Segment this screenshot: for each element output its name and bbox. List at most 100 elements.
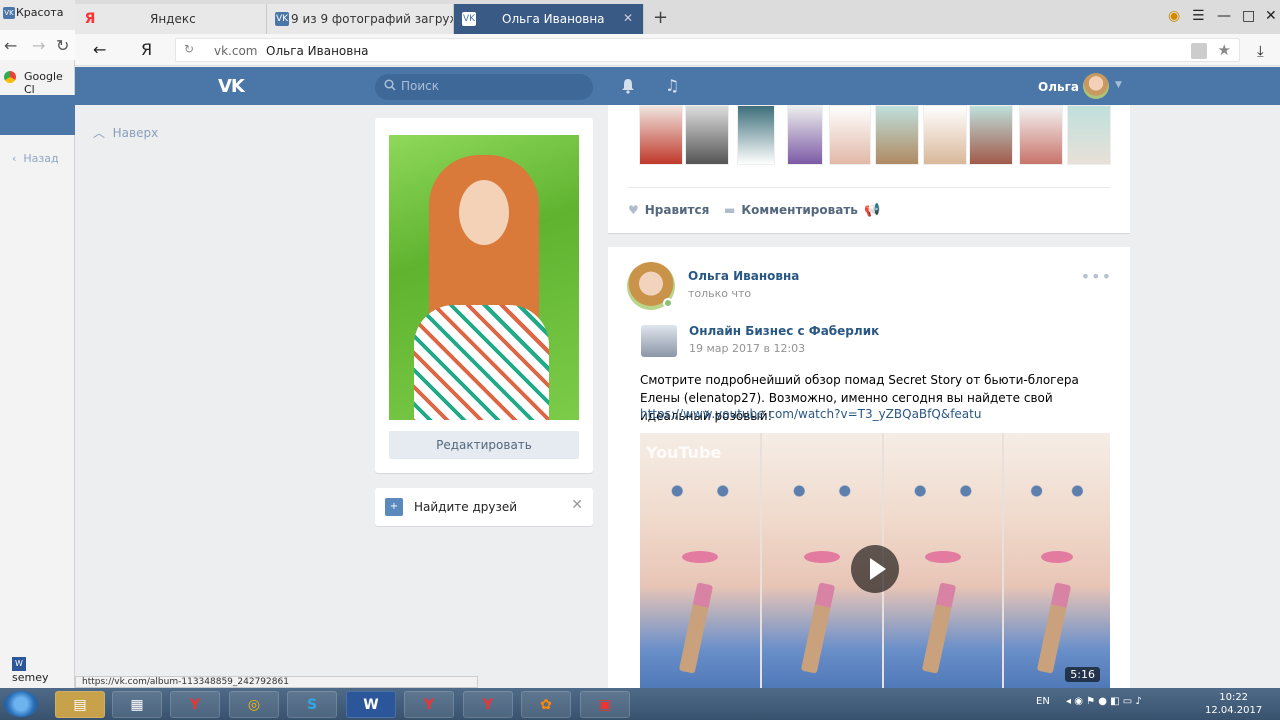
find-friends-block[interactable]: + Найдите друзей ✕ (375, 488, 593, 526)
screen-recorder-icon[interactable]: ▣ (580, 691, 630, 718)
background-tab-title: Красота (16, 6, 64, 19)
desktop-file[interactable]: Wsemey (12, 657, 74, 684)
photo-thumb[interactable] (923, 105, 967, 165)
yandex-browser-icon[interactable]: Y (463, 691, 513, 718)
address-bar-area: ← Я ↻ vk.com Ольга Ивановна ★ ⤓ (75, 34, 1280, 66)
tab-profile[interactable]: VK Ольга Ивановна ✕ (454, 4, 644, 34)
address-domain: vk.com (214, 44, 258, 58)
heart-icon: ♥ (628, 203, 639, 217)
music-icon[interactable]: ♫ (665, 76, 679, 95)
comment-icon: ▬ (724, 203, 736, 217)
skype-icon[interactable]: S (287, 691, 337, 718)
reload-icon[interactable]: ↻ (184, 42, 194, 56)
find-friends-label: Найдите друзей (414, 500, 518, 514)
edit-profile-button[interactable]: Редактировать (389, 431, 579, 459)
search-input[interactable] (401, 79, 581, 93)
bookmark-star-icon[interactable]: ★ (1218, 41, 1231, 59)
picasa-icon[interactable]: ✿ (521, 691, 571, 718)
photo-thumb[interactable] (787, 105, 823, 165)
photo-thumb[interactable] (969, 105, 1013, 165)
status-url: https://vk.com/album-113348859_242792861 (75, 676, 478, 688)
repost-time[interactable]: 19 мар 2017 в 12:03 (689, 342, 805, 355)
photo-thumb[interactable] (685, 105, 729, 165)
forward-arrow-icon[interactable]: → (32, 36, 45, 55)
post-time[interactable]: только что (688, 287, 751, 300)
back-arrow-icon[interactable]: ← (93, 40, 106, 59)
more-options-icon[interactable]: ••• (1081, 267, 1112, 286)
yandex-browser-icon[interactable]: Y (170, 691, 220, 718)
new-tab-button[interactable]: + (653, 7, 668, 28)
wall-post-previous: ♥ Нравится ▬ Комментировать 📢 (608, 105, 1130, 233)
share-icon[interactable]: 📢 (864, 203, 880, 218)
comment-button[interactable]: ▬ Комментировать (724, 203, 858, 217)
explorer-icon[interactable]: ▤ (55, 691, 105, 718)
bookmark-google[interactable]: Google Cl (0, 62, 75, 96)
close-icon[interactable]: ✕ (571, 497, 583, 513)
like-button[interactable]: ♥ Нравится (628, 203, 709, 217)
minimize-icon[interactable]: — (1217, 8, 1231, 24)
photo-thumb[interactable] (875, 105, 919, 165)
video-frame (1004, 433, 1110, 688)
start-button[interactable] (4, 691, 38, 717)
language-indicator[interactable]: EN (1036, 696, 1050, 707)
chevron-down-icon[interactable]: ▼ (1115, 80, 1122, 90)
avatar[interactable] (1083, 73, 1109, 99)
background-vk-header (0, 95, 75, 135)
photo-thumb[interactable] (829, 105, 871, 165)
address-field[interactable]: ↻ vk.com Ольга Ивановна ★ (175, 38, 1240, 62)
browser-window: Я Яндекс VK 9 из 9 фотографий загруже VK… (75, 0, 1280, 688)
word-icon[interactable]: W (346, 691, 396, 718)
background-tab[interactable]: VK Красота (0, 0, 75, 30)
calculator-icon[interactable]: ▦ (112, 691, 162, 718)
back-arrow-icon[interactable]: ← (4, 36, 17, 55)
maximize-icon[interactable]: □ (1242, 8, 1255, 24)
user-name[interactable]: Ольга (1038, 80, 1079, 94)
post-link[interactable]: https://www.youtube.com/watch?v=T3_yZBQa… (640, 407, 981, 421)
extension-icon[interactable]: ◉ (1168, 8, 1180, 24)
profile-photo[interactable] (389, 135, 579, 420)
photo-thumb[interactable] (1067, 105, 1111, 165)
download-icon[interactable]: ⤓ (1257, 42, 1264, 60)
video-preview[interactable]: YouTube 5:16 (640, 433, 1110, 688)
clock[interactable]: 10:22 12.04.2017 (1205, 691, 1262, 717)
photo-thumb[interactable] (639, 105, 683, 165)
yandex-browser-icon[interactable]: Y (404, 691, 454, 718)
tab-yandex[interactable]: Я Яндекс (75, 4, 267, 34)
youtube-logo: YouTube (646, 443, 722, 462)
repost-avatar[interactable] (641, 325, 677, 357)
reload-icon[interactable]: ↻ (56, 36, 69, 55)
menu-icon[interactable]: ☰ (1192, 8, 1205, 24)
close-tab-icon[interactable]: ✕ (623, 11, 633, 25)
yandex-home-icon[interactable]: Я (141, 40, 152, 59)
online-indicator (663, 298, 673, 308)
tray-icons[interactable]: ◂ ◉ ⚑ ● ◧ ▭ ♪ (1066, 696, 1142, 707)
vk-header: VK ♫ Ольга ▼ (75, 67, 1280, 105)
bell-icon[interactable] (621, 78, 635, 94)
scroll-up-link[interactable]: ︿ Наверх (93, 124, 158, 141)
word-doc-icon: W (12, 657, 26, 671)
photo-thumb[interactable] (1019, 105, 1063, 165)
add-friend-icon: + (385, 498, 403, 516)
photo-grid (639, 105, 1111, 165)
wall-post: Ольга Ивановна только что ••• Онлайн Биз… (608, 247, 1130, 688)
post-author[interactable]: Ольга Ивановна (688, 269, 799, 283)
video-frame (884, 433, 1004, 688)
address-page-title: Ольга Ивановна (266, 44, 369, 58)
close-window-icon[interactable]: ✕ (1265, 8, 1277, 24)
chrome-icon[interactable]: ◎ (229, 691, 279, 718)
vk-logo[interactable]: VK (218, 76, 245, 97)
repost-author[interactable]: Онлайн Бизнес с Фаберлик (689, 324, 879, 338)
search-icon (384, 79, 396, 91)
play-icon[interactable] (851, 545, 899, 593)
search-box[interactable] (375, 74, 593, 100)
background-back-link[interactable]: ‹ Назад (12, 152, 59, 165)
page-info-icon[interactable] (1191, 43, 1207, 59)
background-window: VK Красота ← → ↻ Google Cl ‹ Назад Wseme… (0, 0, 75, 688)
taskbar: ▤ ▦ Y ◎ S W Y Y ✿ ▣ EN ◂ ◉ ⚑ ● ◧ ▭ ♪ 10:… (0, 688, 1280, 720)
clock-time: 10:22 (1219, 692, 1249, 703)
yandex-icon: Я (84, 11, 96, 27)
tab-photos[interactable]: VK 9 из 9 фотографий загруже (267, 4, 454, 34)
clock-date: 12.04.2017 (1205, 705, 1263, 716)
chrome-icon (4, 71, 16, 83)
photo-thumb[interactable] (737, 105, 775, 165)
